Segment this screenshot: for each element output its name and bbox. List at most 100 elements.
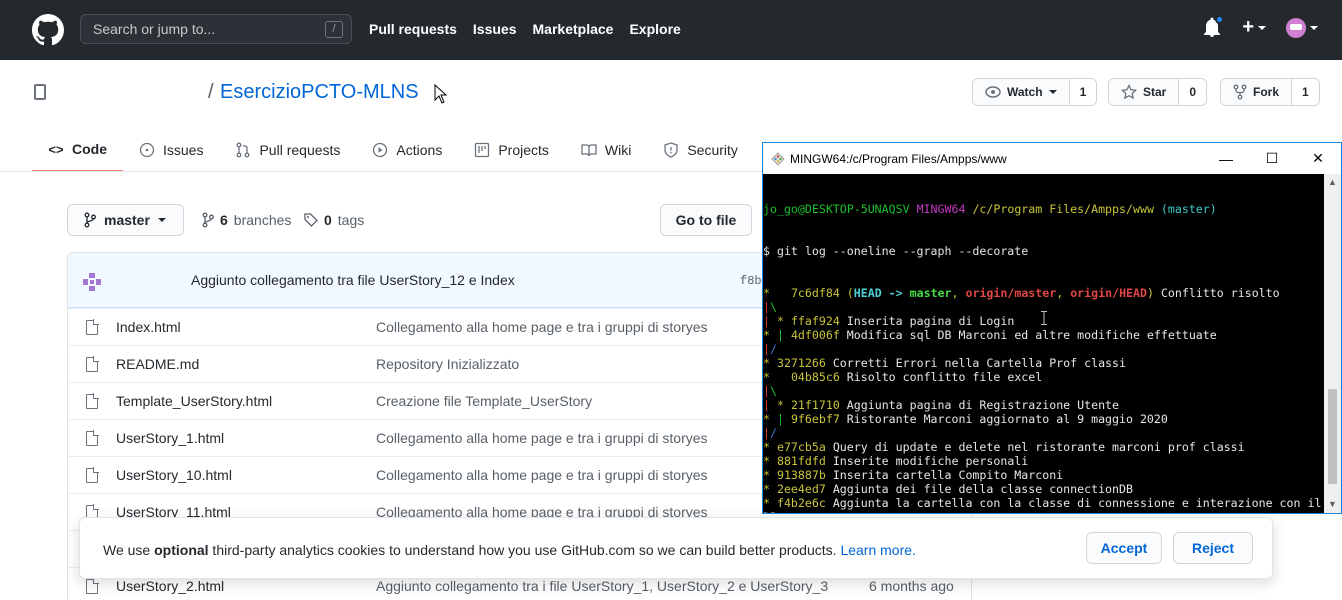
cookie-text-part: We use	[103, 542, 155, 558]
branch-icon	[84, 212, 96, 228]
git-log-line: |/	[763, 426, 1324, 440]
star-group: Star 0	[1108, 78, 1208, 106]
branches-link[interactable]: 6 branches	[202, 212, 291, 228]
tags-link[interactable]: 0 tags	[304, 212, 364, 228]
star-count[interactable]: 0	[1179, 79, 1207, 105]
chevron-down-icon	[1310, 25, 1318, 30]
prompt-path: /c/Program Files/Ampps/www	[972, 202, 1154, 216]
minimize-icon: —	[1219, 150, 1233, 167]
terminal-scrollbar[interactable]: ▲ ▼	[1324, 174, 1341, 513]
git-log-line: * | 9f6ebf7 Ristorante Marconi aggiornat…	[763, 412, 1324, 426]
git-log-line: |\	[763, 384, 1324, 398]
star-label: Star	[1143, 85, 1167, 99]
nav-pull-requests[interactable]: Pull requests	[369, 21, 457, 37]
graph-part: *	[763, 496, 770, 510]
minimize-button[interactable]: —	[1203, 143, 1249, 174]
user-menu-dropdown[interactable]	[1286, 17, 1318, 38]
graph-part: *	[763, 454, 770, 468]
scrollbar-thumb[interactable]	[1328, 389, 1337, 484]
repo-name-link[interactable]: EsercizioPCTO-MLNS	[220, 81, 419, 104]
file-commit-message[interactable]: Creazione file Template_UserStory	[376, 393, 592, 409]
nav-marketplace[interactable]: Marketplace	[533, 21, 614, 37]
accept-button[interactable]: Accept	[1086, 532, 1162, 564]
file-commit-message[interactable]: Collegamento alla home page e tra i grup…	[376, 467, 708, 483]
file-commit-message[interactable]: Repository Inizializzato	[376, 356, 519, 372]
terminal-window[interactable]: MINGW64:/c/Program Files/Ampps/www — ☐ ✕…	[762, 142, 1342, 514]
terminal-titlebar[interactable]: MINGW64:/c/Program Files/Ampps/www — ☐ ✕	[763, 143, 1341, 174]
file-commit-message[interactable]: Collegamento alla home page e tra i grup…	[376, 430, 708, 446]
tab-wiki[interactable]: Wiki	[565, 128, 647, 172]
avatar[interactable]	[82, 272, 102, 292]
file-name-link[interactable]: UserStory_2.html	[116, 578, 224, 594]
graph-part: |/	[763, 342, 777, 356]
file-name-link[interactable]: UserStory_10.html	[116, 467, 232, 483]
file-name-link[interactable]: Template_UserStory.html	[116, 393, 272, 409]
prompt-branch: (master)	[1160, 202, 1217, 216]
tab-projects[interactable]: Projects	[458, 128, 565, 172]
branch-icon	[202, 212, 214, 228]
commit-message: Ristorante Marconi aggiornato al 9 maggi…	[839, 412, 1168, 426]
commit-message: Conflitto risolto	[1153, 286, 1280, 300]
issue-icon	[139, 142, 155, 158]
file-name-link[interactable]: UserStory_1.html	[116, 430, 224, 446]
latest-commit-sha[interactable]: f8b	[740, 274, 762, 288]
create-new-dropdown[interactable]: +	[1242, 16, 1266, 39]
watch-button[interactable]: Watch	[973, 79, 1070, 105]
file-icon	[86, 467, 99, 483]
notifications-bell-icon[interactable]	[1204, 14, 1225, 39]
nav-explore[interactable]: Explore	[629, 21, 680, 37]
maximize-button[interactable]: ☐	[1249, 143, 1295, 174]
tab-label: Pull requests	[259, 142, 341, 158]
text-cursor-icon	[1041, 311, 1047, 325]
git-bash-icon	[771, 152, 785, 166]
tags-count: 0	[324, 212, 332, 228]
scroll-down-icon[interactable]: ▼	[1328, 499, 1337, 509]
tab-code[interactable]: <> Code	[32, 128, 123, 172]
learn-more-link[interactable]: Learn more.	[840, 542, 915, 558]
github-logo-icon[interactable]	[32, 14, 64, 46]
watch-count[interactable]: 1	[1069, 79, 1097, 105]
repo-icon	[34, 84, 46, 100]
fork-label: Fork	[1253, 85, 1280, 99]
close-button[interactable]: ✕	[1295, 143, 1341, 174]
prompt-env: MINGW64	[916, 202, 966, 216]
commit-sha: ffaf924	[790, 314, 840, 328]
book-icon	[581, 142, 597, 158]
branch-select-button[interactable]: master	[67, 204, 184, 236]
file-icon	[86, 393, 99, 409]
cookie-text-part: third-party analytics cookies to underst…	[208, 542, 841, 558]
graph-part: *	[763, 286, 770, 300]
fork-button[interactable]: Fork	[1221, 79, 1293, 105]
prompt-line: jo_go@DESKTOP-5UNAQSV MINGW64 /c/Program…	[763, 202, 1324, 216]
commit-message: Modifica sql DB Marconi ed altre modific…	[839, 328, 1217, 342]
graph-part: | *	[763, 398, 784, 412]
reject-button[interactable]: Reject	[1173, 532, 1253, 564]
play-icon	[372, 142, 388, 158]
scroll-up-icon[interactable]: ▲	[1328, 177, 1337, 187]
search-input[interactable]: Search or jump to... /	[80, 14, 352, 44]
star-button[interactable]: Star	[1109, 79, 1180, 105]
fork-count[interactable]: 1	[1292, 79, 1319, 105]
commit-message: Aggiunta dei file della classe connectio…	[825, 482, 1133, 496]
tab-actions[interactable]: Actions	[356, 128, 458, 172]
file-icon	[86, 578, 99, 594]
tab-security[interactable]: Security	[647, 128, 754, 172]
nav-issues[interactable]: Issues	[473, 21, 517, 37]
file-name-link[interactable]: README.md	[116, 356, 199, 372]
tab-issues[interactable]: Issues	[123, 128, 219, 172]
terminal-output[interactable]: jo_go@DESKTOP-5UNAQSV MINGW64 /c/Program…	[763, 174, 1324, 513]
terminal-title: MINGW64:/c/Program Files/Ampps/www	[790, 152, 1007, 166]
file-icon	[86, 356, 99, 372]
file-commit-message[interactable]: Collegamento alla home page e tra i grup…	[376, 319, 708, 335]
commit-sha: 7c6df84	[790, 286, 840, 300]
file-name-link[interactable]: Index.html	[116, 319, 181, 335]
tab-pull-requests[interactable]: Pull requests	[219, 128, 356, 172]
file-commit-message[interactable]: Aggiunto collegamento tra i file UserSto…	[376, 578, 828, 594]
project-icon	[474, 142, 490, 158]
commit-message: Aggiunta la cartella con la classe di co…	[825, 496, 1322, 510]
go-to-file-button[interactable]: Go to file	[660, 204, 752, 236]
git-log-line: |/	[763, 342, 1324, 356]
tab-label: Issues	[163, 142, 204, 158]
global-header: Search or jump to... / Pull requests Iss…	[0, 0, 1342, 60]
latest-commit-message[interactable]: Aggiunto collegamento tra file UserStory…	[191, 272, 515, 288]
